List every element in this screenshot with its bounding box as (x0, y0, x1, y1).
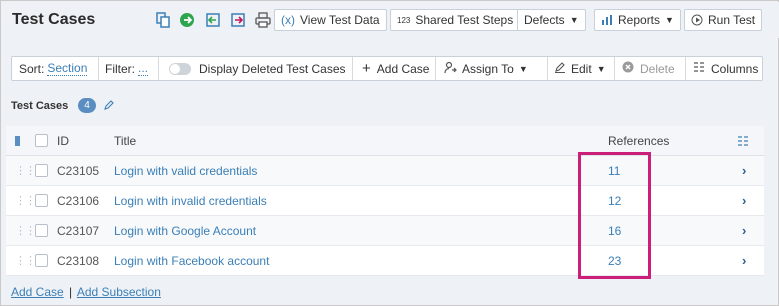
sort-control[interactable]: Sort: Section (19, 57, 88, 80)
plus-icon: + (362, 60, 371, 77)
edit-dropdown[interactable]: Edit ▼ (554, 57, 606, 80)
reports-dropdown[interactable]: Reports ▼ (594, 9, 681, 31)
delete-icon (622, 61, 634, 76)
toolbar-divider (435, 57, 436, 80)
chevron-right-icon[interactable]: › (742, 186, 746, 215)
footer-links: Add Case | Add Subsection (11, 285, 161, 299)
row-checkbox[interactable] (35, 254, 48, 267)
move-icon[interactable] (229, 11, 247, 29)
copy-icon[interactable] (154, 11, 172, 29)
case-id: C23106 (57, 193, 100, 208)
case-title-link[interactable]: Login with Google Account (114, 216, 256, 245)
case-id: C23107 (57, 223, 100, 238)
shared-steps-icon: 123 (397, 16, 410, 25)
app-frame: Test Cases (x) View Test Data 123 Shared… (0, 0, 779, 306)
delete-button[interactable]: Delete (622, 57, 675, 80)
assign-to-dropdown[interactable]: Assign To ▼ (444, 57, 528, 80)
view-test-data-button[interactable]: (x) View Test Data (274, 9, 387, 31)
chevron-down-icon: ▼ (569, 15, 579, 25)
references-highlight-box (578, 152, 651, 279)
filter-value[interactable]: ... (138, 61, 149, 76)
view-test-data-label: View Test Data (300, 13, 380, 27)
display-deleted-toggle[interactable]: Display Deleted Test Cases (169, 57, 346, 80)
assign-user-icon (444, 61, 457, 77)
footer-separator: | (69, 285, 73, 299)
sort-label: Sort: (19, 61, 45, 76)
drag-handle-icon[interactable]: ⋮⋮ (15, 216, 36, 245)
delete-label: Delete (640, 61, 675, 76)
pencil-icon (554, 61, 566, 76)
case-id: C23108 (57, 253, 100, 268)
column-header-id[interactable]: ID (57, 126, 69, 155)
shared-steps-prefix: 123 (397, 15, 411, 25)
page-header: Test Cases (x) View Test Data 123 Shared… (2, 2, 779, 38)
toggle-switch[interactable] (169, 62, 191, 75)
drag-handle-icon[interactable]: ⋮⋮ (15, 246, 36, 275)
column-header-references[interactable]: References (608, 126, 669, 155)
case-title-link[interactable]: Login with Facebook account (114, 246, 269, 275)
select-column-icon (15, 126, 20, 155)
defects-label: Defects (524, 13, 565, 27)
reports-label: Reports (618, 13, 661, 27)
chevron-right-icon[interactable]: › (742, 156, 746, 185)
filter-label: Filter: (105, 61, 135, 76)
import-icon[interactable] (204, 11, 222, 29)
columns-button[interactable]: Columns (693, 57, 758, 80)
count-badge: 4 (78, 98, 96, 113)
columns-label: Columns (711, 61, 759, 76)
columns-icon (693, 61, 705, 76)
drag-handle-icon[interactable]: ⋮⋮ (15, 186, 36, 215)
toolbar-divider (352, 57, 353, 80)
chevron-right-icon[interactable]: › (742, 246, 746, 275)
edit-section-icon[interactable] (103, 98, 115, 116)
edit-label: Edit (571, 61, 592, 76)
chevron-down-icon: ▼ (665, 15, 674, 25)
column-settings-icon[interactable] (737, 126, 749, 155)
case-id: C23105 (57, 163, 100, 178)
chevron-down-icon: ▼ (518, 63, 528, 74)
add-subsection-link[interactable]: Add Subsection (77, 285, 161, 299)
drag-handle-icon[interactable]: ⋮⋮ (15, 156, 36, 185)
filter-control[interactable]: Filter: ... (105, 57, 149, 80)
add-case-link[interactable]: Add Case (11, 285, 64, 299)
shared-test-steps-label: Shared Test Steps (415, 13, 514, 27)
add-case-label: Add Case (376, 61, 430, 76)
bar-chart-icon (601, 14, 613, 26)
row-checkbox[interactable] (35, 164, 48, 177)
column-header-title[interactable]: Title (114, 126, 136, 155)
toolbar-divider (685, 57, 686, 80)
assign-to-label: Assign To (462, 61, 514, 76)
select-all-checkbox[interactable] (35, 134, 48, 147)
play-icon (691, 14, 703, 26)
toolbar-divider (158, 57, 159, 80)
toolbar-divider (98, 57, 99, 80)
page-title: Test Cases (12, 11, 96, 28)
display-deleted-label: Display Deleted Test Cases (199, 61, 346, 76)
row-checkbox[interactable] (35, 194, 48, 207)
export-icon[interactable] (179, 11, 197, 29)
add-case-button[interactable]: + Add Case (362, 57, 429, 80)
print-icon[interactable] (254, 11, 272, 29)
run-test-label: Run Test (708, 13, 756, 27)
case-title-link[interactable]: Login with invalid credentials (114, 186, 267, 215)
sort-value[interactable]: Section (47, 61, 88, 76)
section-title: Test Cases (11, 100, 69, 112)
defects-dropdown[interactable]: Defects ▼ (517, 9, 586, 31)
case-toolbar: Sort: Section Filter: ... Display Delete… (11, 56, 763, 81)
toolbar-divider (614, 57, 615, 80)
case-title-link[interactable]: Login with valid credentials (114, 156, 257, 185)
shared-test-steps-button[interactable]: 123 Shared Test Steps (390, 9, 521, 31)
chevron-right-icon[interactable]: › (742, 216, 746, 245)
run-test-button[interactable]: Run Test (684, 9, 763, 31)
chevron-down-icon: ▼ (596, 63, 606, 74)
header-icon-group (154, 11, 272, 29)
row-checkbox[interactable] (35, 224, 48, 237)
variable-icon: (x) (281, 13, 295, 27)
toolbar-divider (547, 57, 548, 80)
